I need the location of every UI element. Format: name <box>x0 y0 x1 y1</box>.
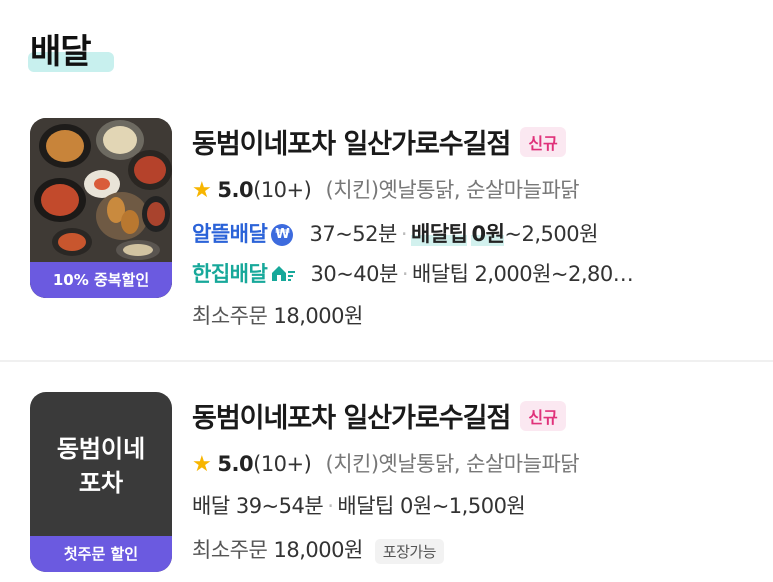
delivery-row: 배달 39~54분 · 배달팁 0원~1,500원 <box>192 490 526 520</box>
store-category: (치킨)옛날통닭, 순살마늘파닭 <box>325 452 580 476</box>
min-order-row: 최소주문 18,000원 포장가능 <box>192 534 444 564</box>
store-thumbnail[interactable]: 10% 중복할인 <box>30 118 172 298</box>
delivery-tip-highlight: 0원 <box>471 222 505 246</box>
min-order-value: 18,000원 <box>273 304 363 328</box>
min-order-label: 최소주문 <box>192 538 268 562</box>
delivery-time: 30~40분 <box>310 262 398 286</box>
delivery-label: 배달 <box>192 494 230 518</box>
delivery-option-save[interactable]: 알뜰배달 ₩ 37~52분 · 배달팁 0원~2,500원 <box>192 218 598 248</box>
card-divider <box>0 360 773 362</box>
store-thumbnail[interactable]: 동범이네 포차 첫주문 할인 <box>30 392 172 572</box>
new-badge: 신규 <box>520 400 566 431</box>
separator-dot: · <box>401 262 409 286</box>
single-delivery-label: 한집배달 <box>192 262 268 286</box>
delivery-tip-label: 배달팁 <box>337 494 394 518</box>
first-order-banner: 첫주문 할인 <box>30 536 172 572</box>
won-icon: ₩ <box>271 224 294 246</box>
thumbnail-store-name: 동범이네 포차 <box>56 434 146 497</box>
separator-dot: · <box>327 494 334 518</box>
save-delivery-label: 알뜰배달 <box>192 222 268 246</box>
rating-count: (10+) <box>253 452 312 476</box>
store-name[interactable]: 동범이네포차 일산가로수길점 <box>192 129 511 160</box>
delivery-tip-value: 2,000원~2,80… <box>474 262 634 286</box>
store-card-2[interactable]: 동범이네 포차 첫주문 할인 동범이네포차 일산가로수길점 신규 ★ 5.0(10… <box>0 392 773 577</box>
rating-value: 5.0 <box>217 178 254 202</box>
star-icon: ★ <box>192 452 212 477</box>
rating-row: ★ 5.0(10+) (치킨)옛날통닭, 순살마늘파닭 <box>192 174 580 204</box>
rating-value: 5.0 <box>217 452 254 476</box>
store-card-1[interactable]: 10% 중복할인 동범이네포차 일산가로수길점 신규 ★ 5.0(10+) (치킨… <box>0 118 773 328</box>
store-name-row: 동범이네포차 일산가로수길점 신규 <box>192 122 566 161</box>
delivery-time: 37~52분 <box>309 222 397 246</box>
rating-count: (10+) <box>253 178 312 202</box>
delivery-tip-label: 배달팁 <box>412 262 469 286</box>
store-name-row: 동범이네포차 일산가로수길점 신규 <box>192 396 566 435</box>
home-icon <box>270 263 296 288</box>
star-icon: ★ <box>192 178 212 203</box>
store-name[interactable]: 동범이네포차 일산가로수길점 <box>192 403 511 434</box>
delivery-option-home[interactable]: 한집배달 30~40분 · 배달팁 2,000원~2,80… <box>192 258 634 288</box>
min-order-row: 최소주문 18,000원 <box>192 300 363 330</box>
delivery-tip-label: 배달팁 <box>411 222 468 246</box>
store-category: (치킨)옛날통닭, 순살마늘파닭 <box>325 178 580 202</box>
section-title: 배달 <box>30 32 92 72</box>
delivery-tip-rest: ~2,500원 <box>504 222 598 246</box>
rating-row: ★ 5.0(10+) (치킨)옛날통닭, 순살마늘파닭 <box>192 448 580 478</box>
min-order-value: 18,000원 <box>273 538 363 562</box>
delivery-tip-value: 0원~1,500원 <box>400 494 526 518</box>
min-order-label: 최소주문 <box>192 304 268 328</box>
pickup-badge: 포장가능 <box>374 538 444 564</box>
delivery-time: 39~54분 <box>235 494 324 518</box>
new-badge: 신규 <box>520 126 566 157</box>
discount-banner: 10% 중복할인 <box>30 262 172 298</box>
separator-dot: · <box>400 222 408 246</box>
